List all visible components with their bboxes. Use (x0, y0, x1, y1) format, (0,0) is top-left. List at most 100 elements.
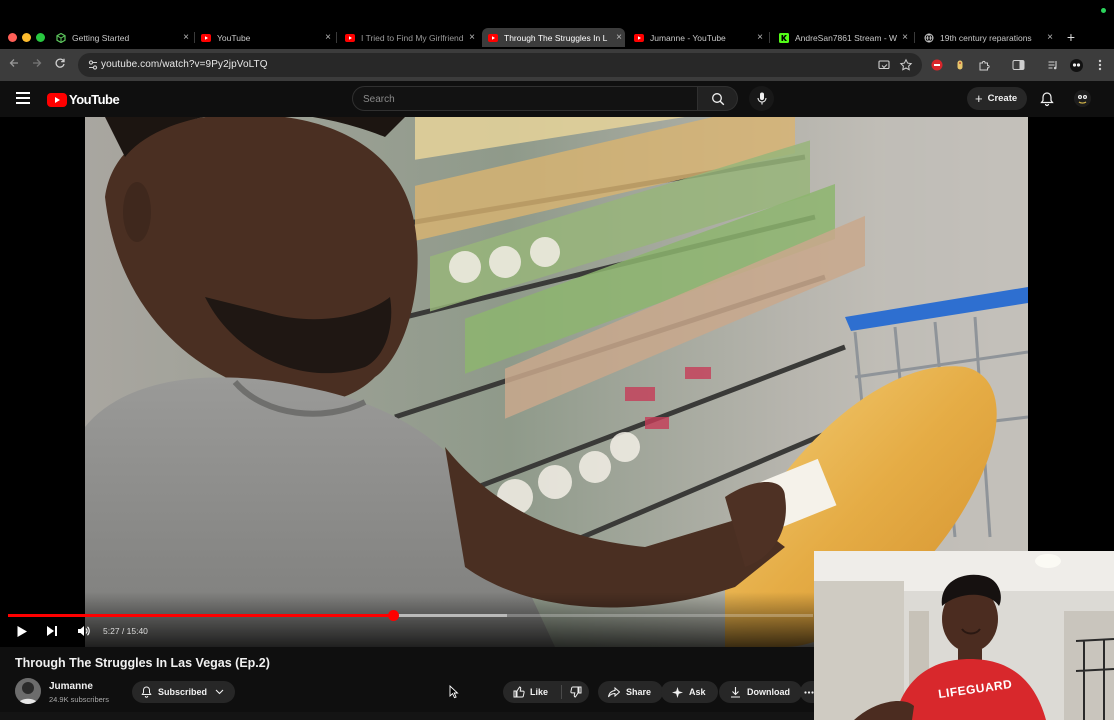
webcam-overlay: LIFEGUARD (814, 551, 1114, 720)
guide-menu-button[interactable] (16, 92, 30, 104)
close-icon[interactable]: × (322, 32, 334, 43)
search-icon (711, 92, 724, 105)
browser-tab-5[interactable]: Jumanne - YouTube × (630, 28, 766, 47)
download-button[interactable]: Download (719, 681, 802, 703)
recording-indicator (1101, 8, 1106, 13)
progress-bar[interactable] (8, 610, 813, 621)
share-button[interactable]: Share (598, 681, 664, 703)
played-bar (8, 614, 393, 617)
more-horizontal-icon (804, 686, 814, 698)
url-text: youtube.com/watch?v=9Py2jpVoLTQ (101, 59, 268, 70)
tab-title: Getting Started (72, 32, 130, 43)
window-zoom-button[interactable] (36, 33, 45, 42)
like-label: Like (530, 687, 549, 697)
share-arrow-icon (608, 686, 620, 698)
volume-icon (77, 626, 90, 636)
browser-tab-1[interactable]: Getting Started × (52, 28, 192, 47)
tab-title: YouTube (217, 32, 251, 43)
voice-search-button[interactable] (749, 86, 774, 111)
address-bar[interactable]: youtube.com/watch?v=9Py2jpVoLTQ (78, 53, 922, 77)
search-box[interactable] (352, 86, 698, 111)
youtube-icon (201, 33, 211, 43)
browser-tab-3[interactable]: I Tried to Find My Girlfriend × (341, 28, 478, 47)
subscribed-button[interactable]: Subscribed (132, 681, 236, 703)
youtube-icon (634, 33, 644, 43)
bookmark-star-icon[interactable] (899, 58, 913, 72)
browser-tab-7[interactable]: 19th century reparations × (920, 28, 1056, 47)
puzzle-extensions-icon[interactable] (976, 57, 992, 73)
side-panel-icon[interactable] (1010, 57, 1026, 73)
next-button[interactable] (44, 623, 60, 639)
more-actions-button[interactable] (800, 681, 814, 703)
youtube-logo[interactable]: YouTube (47, 92, 120, 107)
sparkle-icon (671, 686, 683, 698)
youtube-play-logo-icon (47, 92, 67, 107)
browser-tab-strip: Getting Started × YouTube × I Tried to F… (0, 0, 1114, 49)
video-title: Through The Struggles In Las Vegas (Ep.2… (15, 656, 270, 670)
close-icon[interactable]: × (899, 32, 911, 43)
thumbs-up-icon (513, 686, 525, 698)
back-button[interactable] (6, 57, 22, 73)
site-settings-icon[interactable] (86, 58, 100, 72)
close-icon[interactable]: × (754, 32, 766, 43)
tab-title: Jumanne - YouTube (650, 32, 726, 43)
dislike-button[interactable] (563, 681, 589, 703)
tab-title: 19th century reparations (940, 32, 1032, 43)
time-display: 5:27 / 15:40 (103, 626, 148, 636)
tab-title: Through The Struggles In L (504, 32, 608, 43)
browser-tab-2[interactable]: YouTube × (197, 28, 334, 47)
download-label: Download (747, 687, 790, 697)
media-controls-icon[interactable] (1045, 57, 1061, 73)
ask-label: Ask (689, 687, 706, 697)
play-icon (17, 625, 27, 637)
profile-avatar-icon[interactable] (1068, 57, 1084, 73)
cast-icon[interactable] (877, 58, 891, 72)
subscribed-label: Subscribed (158, 687, 208, 697)
mouse-cursor-icon (449, 685, 459, 699)
youtube-icon (345, 33, 355, 43)
notifications-bell-icon[interactable] (1039, 91, 1055, 107)
browser-tab-4-active[interactable]: Through The Struggles In L × (482, 28, 625, 47)
arrow-right-icon (33, 59, 42, 67)
adblock-extension-icon[interactable] (929, 57, 945, 73)
like-button[interactable]: Like (503, 681, 558, 703)
bell-icon (140, 686, 152, 698)
new-tab-button[interactable]: + (1064, 30, 1078, 44)
play-button[interactable] (14, 623, 30, 639)
close-icon[interactable]: × (466, 32, 478, 43)
window-close-button[interactable] (8, 33, 17, 42)
create-button[interactable]: + Create (967, 87, 1028, 110)
create-label: Create (987, 93, 1018, 104)
ask-button[interactable]: Ask (661, 681, 718, 703)
like-dislike-group: Like (503, 681, 589, 703)
search-button[interactable] (698, 86, 738, 111)
thumbs-down-icon (570, 686, 582, 698)
download-icon (729, 686, 741, 698)
channel-name[interactable]: Jumanne (49, 681, 93, 692)
share-label: Share (626, 687, 652, 697)
close-icon[interactable]: × (180, 32, 192, 43)
close-icon[interactable]: × (613, 32, 625, 43)
window-minimize-button[interactable] (22, 33, 31, 42)
browser-toolbar: youtube.com/watch?v=9Py2jpVoLTQ (0, 49, 1114, 81)
close-icon[interactable]: × (1044, 32, 1056, 43)
chevron-down-icon (213, 686, 225, 698)
extension-icon[interactable] (952, 57, 968, 73)
forward-button[interactable] (29, 57, 45, 73)
page-divider (0, 712, 814, 720)
youtube-masthead: YouTube + Create (0, 81, 1114, 117)
tab-title: I Tried to Find My Girlfriend (361, 32, 464, 43)
reload-icon (55, 58, 65, 68)
account-avatar[interactable] (1074, 90, 1091, 107)
mute-button[interactable] (75, 623, 91, 639)
browser-menu-icon[interactable] (1092, 57, 1108, 73)
reload-button[interactable] (52, 57, 68, 73)
youtube-icon (488, 33, 498, 43)
browser-tab-6[interactable]: AndreSan7861 Stream - W × (775, 28, 911, 47)
scrubber-handle[interactable] (387, 610, 399, 621)
plus-icon: + (975, 91, 983, 106)
search-input[interactable] (363, 91, 683, 107)
subscriber-count: 24.9K subscribers (49, 695, 110, 704)
microphone-icon (756, 92, 767, 105)
channel-avatar[interactable] (15, 678, 41, 704)
